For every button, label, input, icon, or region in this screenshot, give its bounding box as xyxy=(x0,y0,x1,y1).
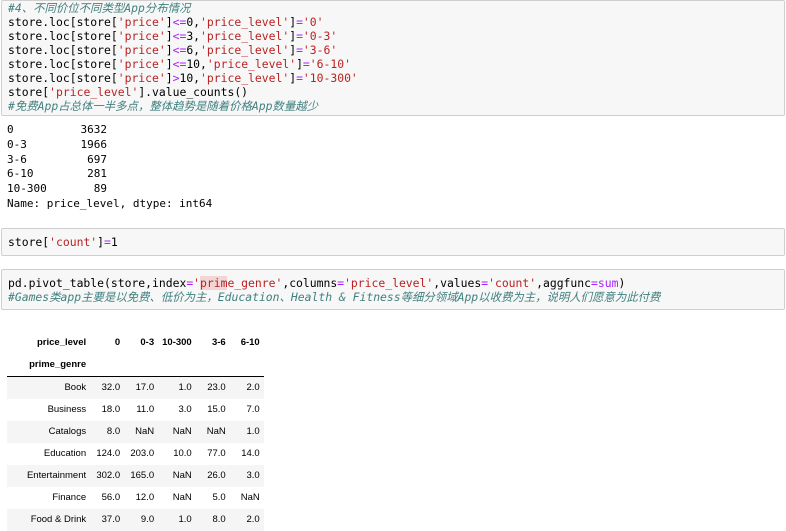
table-cell: 165.0 xyxy=(130,470,155,482)
code-line: store.loc[store['price']>10,'price_level… xyxy=(8,71,358,85)
code-comment: #Games类app主要是以免费、低价为主，Education、Health &… xyxy=(8,289,661,304)
column-header: 10-300 xyxy=(162,337,192,349)
table-cell: 12.0 xyxy=(135,492,155,504)
table-cell: 3.0 xyxy=(246,470,260,482)
value-count-label: 6-10 xyxy=(7,167,34,181)
table-cell: 10.0 xyxy=(173,448,192,460)
table-cell: 77.0 xyxy=(207,448,226,460)
table-cell: 203.0 xyxy=(130,448,155,460)
table-cell: NaN xyxy=(172,426,192,438)
index-name-row: prime_genre xyxy=(7,353,264,377)
table-cell: 5.0 xyxy=(212,492,226,504)
index-name: prime_genre xyxy=(7,353,91,377)
pivot-table: price_level 0 0-3 10-300 3-6 6-10 prime_… xyxy=(7,332,264,531)
table-cell: 26.0 xyxy=(207,470,226,482)
row-genre: Food & Drink xyxy=(30,514,87,526)
row-genre: Finance xyxy=(52,492,87,504)
table-cell: 9.0 xyxy=(140,514,155,526)
value-count-value: 3632 xyxy=(80,123,108,136)
table-row: Business 18.0 11.0 3.0 15.0 7.0 xyxy=(7,399,264,421)
table-row: Finance 56.0 12.0 NaN 5.0 NaN xyxy=(7,487,264,509)
table-row: Book 32.0 17.0 1.0 23.0 2.0 xyxy=(7,376,264,399)
table-cell: 2.0 xyxy=(246,514,260,526)
table-cell: 1.0 xyxy=(178,514,192,526)
code-line: store.loc[store['price']<=10,'price_leve… xyxy=(8,57,351,71)
value-count-row: 0 3632 xyxy=(7,123,779,138)
value-count-row: 6-10 281 xyxy=(7,167,779,182)
value-count-label: 10-300 xyxy=(7,182,47,196)
output-footer: Name: price_level, dtype: int64 xyxy=(7,196,213,210)
value-count-value: 697 xyxy=(87,152,107,166)
table-cell: 32.0 xyxy=(101,382,121,394)
value-count-row: 0-3 1966 xyxy=(7,138,779,153)
table-cell: 124.0 xyxy=(96,448,121,460)
code-comment: #4、不同价位不同类型App分布情况 xyxy=(8,1,191,15)
table-cell: 56.0 xyxy=(101,492,121,504)
code-line: store.loc[store['price']<=3,'price_level… xyxy=(8,29,338,43)
table-cell: 1.0 xyxy=(178,382,192,394)
table-cell: 11.0 xyxy=(136,404,155,416)
code-cell-price-level[interactable]: #4、不同价位不同类型App分布情况 store.loc[store['pric… xyxy=(1,0,785,116)
table-cell: 23.0 xyxy=(207,382,226,394)
value-count-label: 3-6 xyxy=(7,152,27,166)
table-cell: 3.0 xyxy=(178,404,192,416)
table-row: Education 124.0 203.0 10.0 77.0 14.0 xyxy=(7,443,264,465)
code-line: store.loc[store['price']<=6,'price_level… xyxy=(8,43,338,57)
row-genre: Education xyxy=(43,448,87,460)
table-cell: 8.0 xyxy=(212,514,226,526)
row-genre: Entertainment xyxy=(26,470,87,482)
table-cell: NaN xyxy=(172,470,192,482)
code-cell-count[interactable]: store['count']=1 xyxy=(1,227,785,256)
table-cell: 18.0 xyxy=(101,404,121,416)
table-cell: 14.0 xyxy=(241,448,260,460)
table-cell: 8.0 xyxy=(106,426,121,438)
code-line: store['price_level'].value_counts() xyxy=(8,85,249,99)
code-line: store.loc[store['price']<=0,'price_level… xyxy=(8,15,324,29)
value-count-value: 1966 xyxy=(80,137,108,151)
table-row: Catalogs 8.0 NaN NaN NaN 1.0 xyxy=(7,420,264,443)
table-cell: 17.0 xyxy=(135,382,155,394)
row-genre: Book xyxy=(64,382,87,394)
value-count-row: 10-300 89 xyxy=(7,182,779,197)
table-cell: 2.0 xyxy=(246,382,260,394)
row-genre: Business xyxy=(47,404,87,416)
table-cell: NaN xyxy=(172,492,192,504)
code-line: pd.pivot_table(store,index='prime_genre'… xyxy=(8,275,626,290)
table-cell: NaN xyxy=(206,426,226,438)
table-row: Food & Drink 37.0 9.0 1.0 8.0 2.0 xyxy=(7,508,264,531)
column-header: 0 xyxy=(114,337,121,349)
code-comment: #免费App占总体一半多点，整体趋势是随着价格App数量越少 xyxy=(8,99,318,113)
column-header: 0-3 xyxy=(140,337,155,349)
table-cell: NaN xyxy=(135,426,155,438)
table-cell: NaN xyxy=(240,492,260,504)
value-count-value: 89 xyxy=(93,182,107,196)
table-cell: 302.0 xyxy=(96,470,121,482)
value-counts-output: 0 3632 0-3 1966 3-6 697 6-10 281 10-300 89 Name: p… xyxy=(1,121,785,214)
table-cell: 15.0 xyxy=(207,404,226,416)
code-line: store['count']=1 xyxy=(8,234,118,249)
table-header-row: price_level 0 0-3 10-300 3-6 6-10 xyxy=(7,332,264,354)
pivot-table-output: price_level 0 0-3 10-300 3-6 6-10 prime_… xyxy=(1,332,785,531)
value-count-value: 281 xyxy=(87,167,107,181)
column-header: 6-10 xyxy=(240,337,260,349)
value-count-row: 3-6 697 xyxy=(7,153,779,168)
value-count-label: 0-3 xyxy=(7,137,27,151)
code-cell-pivot[interactable]: pd.pivot_table(store,index='prime_genre'… xyxy=(1,268,785,310)
columns-name: price_level xyxy=(37,337,87,349)
table-cell: 37.0 xyxy=(101,514,121,526)
row-genre: Catalogs xyxy=(48,426,87,438)
table-cell: 1.0 xyxy=(246,426,260,438)
table-row: Entertainment 302.0 165.0 NaN 26.0 3.0 xyxy=(7,464,264,487)
column-header: 3-6 xyxy=(211,337,226,349)
value-count-label: 0 xyxy=(7,123,14,136)
table-cell: 7.0 xyxy=(246,404,260,416)
